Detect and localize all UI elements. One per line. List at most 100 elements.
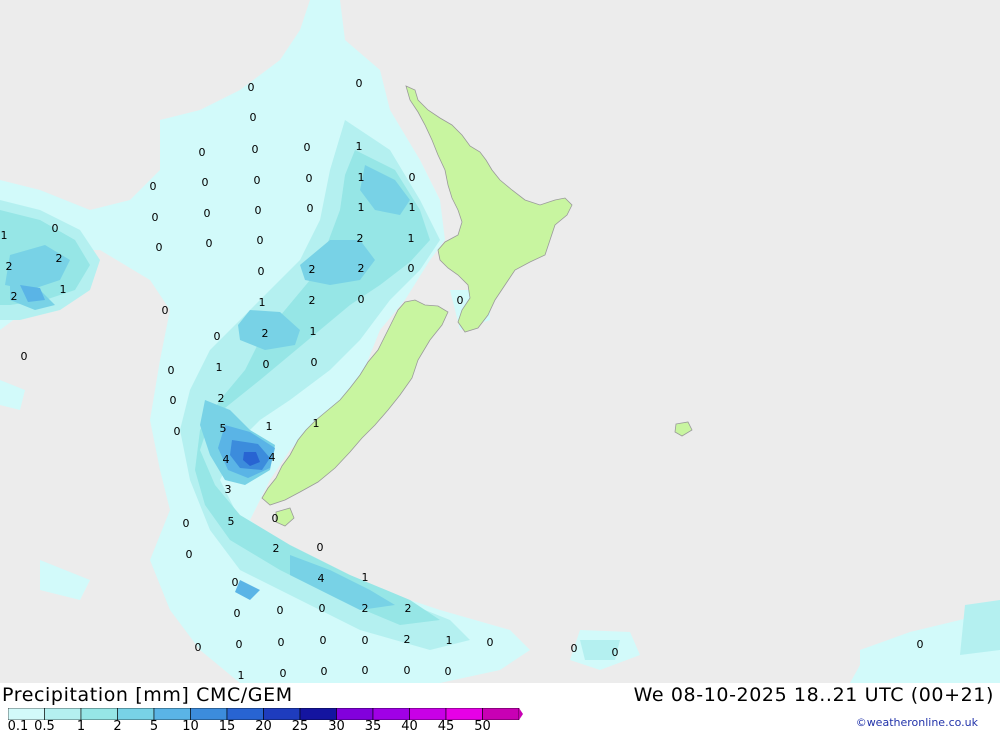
precip-value-label: 0	[356, 77, 363, 90]
precip-value-label: 0	[170, 394, 177, 407]
precip-value-label: 0	[319, 602, 326, 615]
precip-value-label: 0	[258, 265, 265, 278]
precip-value-label: 0	[278, 636, 285, 649]
precip-value-label: 0	[304, 141, 311, 154]
precip-value-label: 0	[156, 241, 163, 254]
precip-value-label: 1	[216, 361, 223, 374]
legend-label: 45	[437, 719, 455, 734]
precip-value-label: 5	[220, 422, 227, 435]
legend-labels: 0.1 0.5 1 2 5 10 15 20 25 30 35 40 45 50	[0, 719, 520, 734]
precip-value-label: 2	[404, 633, 411, 646]
precip-value-label: 1	[266, 420, 273, 433]
precip-value-label: 1	[259, 296, 266, 309]
precip-value-label: 0	[174, 425, 181, 438]
precip-value-label: 0	[404, 664, 411, 677]
precip-value-label: 0	[277, 604, 284, 617]
precip-value-label: 2	[358, 262, 365, 275]
precip-value-label: 0	[408, 262, 415, 275]
precip-value-label: 0	[311, 356, 318, 369]
precip-value-label: 0	[317, 541, 324, 554]
precip-value-label: 2	[309, 294, 316, 307]
map-title: Precipitation [mm] CMC/GEM	[2, 684, 293, 706]
legend-label: 0.5	[34, 719, 55, 734]
precip-value-label: 2	[362, 602, 369, 615]
map-footer: Precipitation [mm] CMC/GEM We 08-10-2025…	[0, 683, 1000, 734]
precip-value-label: 0	[263, 358, 270, 371]
precip-value-label: 0	[168, 364, 175, 377]
precip-value-label: 0	[306, 172, 313, 185]
precip-value-label: 0	[52, 222, 59, 235]
precip-value-label: 1	[446, 634, 453, 647]
precip-value-label: 0	[571, 642, 578, 655]
precip-value-label: 0	[257, 234, 264, 247]
precip-value-label: 0	[362, 634, 369, 647]
precip-value-label: 1	[356, 140, 363, 153]
precip-value-label: 0	[195, 641, 202, 654]
legend-label: 20	[255, 719, 272, 734]
precip-value-label: 0	[236, 638, 243, 651]
ocean-background	[0, 0, 1000, 683]
precip-value-label: 3	[225, 483, 232, 496]
precip-value-label: 0	[252, 143, 259, 156]
precip-value-label: 0	[457, 294, 464, 307]
legend-label: 15	[218, 719, 236, 734]
precip-value-label: 1	[409, 201, 416, 214]
precip-value-label: 0	[307, 202, 314, 215]
precip-value-label: 4	[269, 451, 276, 464]
precip-value-label: 0	[445, 665, 452, 678]
precip-value-label: 1	[310, 325, 317, 338]
precip-value-label: 0	[321, 665, 328, 678]
precip-value-label: 0	[917, 638, 924, 651]
precip-value-label: 2	[273, 542, 280, 555]
precip-value-label: 5	[228, 515, 235, 528]
precip-value-label: 0	[272, 512, 279, 525]
precip-value-label: 1	[238, 669, 245, 682]
precip-value-label: 0	[183, 517, 190, 530]
precip-value-label: 2	[218, 392, 225, 405]
precip-value-label: 1	[1, 229, 8, 242]
precip-value-label: 0	[612, 646, 619, 659]
legend-label: 2	[113, 719, 122, 734]
precip-value-label: 0	[362, 664, 369, 677]
precip-value-label: 2	[262, 327, 269, 340]
precip-value-label: 0	[248, 81, 255, 94]
precip-value-label: 0	[206, 237, 213, 250]
valid-time: We 08-10-2025 18..21 UTC (00+21)	[633, 684, 994, 706]
legend-label: 10	[182, 719, 199, 734]
precip-value-label: 2	[11, 290, 18, 303]
precip-value-label: 0	[234, 607, 241, 620]
precip-value-label: 0	[320, 634, 327, 647]
precip-value-label: 0	[21, 350, 28, 363]
precip-value-label: 0	[280, 667, 287, 680]
precip-value-label: 1	[60, 283, 67, 296]
legend-label: 35	[364, 719, 382, 734]
precip-value-label: 0	[250, 111, 257, 124]
precip-value-label: 2	[357, 232, 364, 245]
legend-label: 1	[76, 719, 86, 734]
precip-value-label: 0	[162, 304, 169, 317]
precip-value-label: 1	[408, 232, 415, 245]
precip-value-label: 0	[186, 548, 193, 561]
legend-label: 0.1	[7, 719, 29, 734]
precip-value-label: 0	[214, 330, 221, 343]
precip-value-label: 0	[199, 146, 206, 159]
legend-label: 5	[149, 719, 159, 734]
precip-value-label: 2	[405, 602, 412, 615]
precip-value-label: 0	[254, 174, 261, 187]
precip-value-label: 1	[358, 171, 365, 184]
credit-link[interactable]: ©weatheronline.co.uk	[856, 716, 978, 729]
precip-value-label: 0	[204, 207, 211, 220]
precip-value-label: 0	[152, 211, 159, 224]
precip-value-label: 0	[255, 204, 262, 217]
precip-value-label: 2	[56, 252, 63, 265]
precip-value-label: 0	[487, 636, 494, 649]
legend-label: 40	[401, 719, 418, 734]
precip-value-label: 0	[232, 576, 239, 589]
precip-value-label: 1	[362, 571, 369, 584]
precip-value-label: 0	[150, 180, 157, 193]
precip-value-label: 1	[313, 417, 320, 430]
precipitation-map[interactable]: 0 0 0 0 0 0 1 0 0 0 0 1 0 0 0 0 0 1 1 1 0 0 0 0 2 1 2 2 0 2 2 0 2 1 1 2 0 0 0 0…	[0, 0, 1000, 683]
precip-value-label: 0	[409, 171, 416, 184]
legend-label: 30	[328, 719, 345, 734]
precip-value-label: 4	[318, 572, 325, 585]
